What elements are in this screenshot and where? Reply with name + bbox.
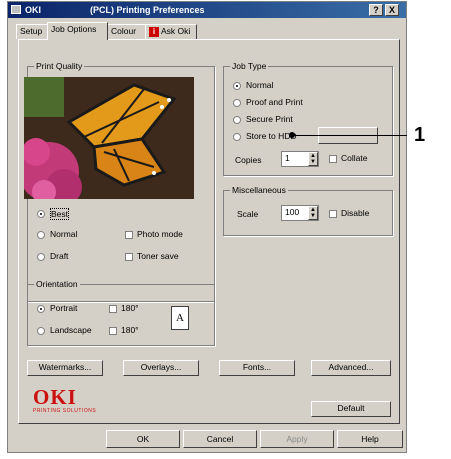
window-title: (PCL) Printing Preferences <box>90 5 205 15</box>
butterfly-photo <box>24 77 194 199</box>
job-type-label: Job Type <box>230 61 269 71</box>
normal-radio[interactable] <box>37 231 45 239</box>
miscellaneous-label: Miscellaneous <box>230 185 288 195</box>
rotate-180-landscape-label: 180° <box>121 325 139 335</box>
fonts-button[interactable]: Fonts... <box>219 360 295 376</box>
scale-disable-label: Disable <box>341 208 370 218</box>
info-icon: i <box>149 26 159 37</box>
copies-stepper[interactable]: 1 ▲ ▼ <box>281 151 319 167</box>
default-button[interactable]: Default <box>311 401 391 417</box>
cancel-button[interactable]: Cancel <box>183 430 257 448</box>
print-quality-label: Print Quality <box>34 61 85 71</box>
portrait-radio[interactable] <box>37 305 45 313</box>
scale-disable-checkbox[interactable] <box>329 210 337 218</box>
store-to-hdd-radio[interactable] <box>233 133 241 141</box>
job-normal-radio[interactable] <box>233 82 241 90</box>
tab-ask-oki-label: Ask Oki <box>161 26 191 36</box>
callout-number: 1 <box>414 124 426 146</box>
help-button[interactable]: Help <box>337 430 403 448</box>
tab-colour[interactable]: Colour <box>107 24 146 39</box>
photo-mode-checkbox[interactable] <box>125 231 133 239</box>
scale-label: Scale <box>237 209 259 219</box>
watermarks-button[interactable]: Watermarks... <box>27 360 103 376</box>
collate-label: Collate <box>341 153 368 163</box>
ok-button[interactable]: OK <box>106 430 180 448</box>
portrait-label: Portrait <box>50 303 78 313</box>
help-titlebar-button[interactable]: ? <box>369 4 383 16</box>
secure-print-radio[interactable] <box>233 116 241 124</box>
copies-label: Copies <box>235 155 262 165</box>
printing-preferences-window: OKI (PCL) Printing Preferences ? X Setup… <box>7 1 407 453</box>
rotate-180-portrait-checkbox[interactable] <box>109 305 117 313</box>
oki-logo-tagline: PRINTING SOLUTIONS <box>33 408 97 414</box>
title-bar: OKI (PCL) Printing Preferences ? X <box>8 2 406 18</box>
toner-save-checkbox[interactable] <box>125 253 133 261</box>
job-normal-label: Normal <box>246 80 274 90</box>
oki-logo-text: OKI <box>33 385 77 409</box>
best-label: Best <box>50 208 70 220</box>
oki-logo: OKI PRINTING SOLUTIONS <box>33 387 113 417</box>
overlays-button[interactable]: Overlays... <box>123 360 199 376</box>
scale-stepper[interactable]: 100 ▲ ▼ <box>281 205 319 221</box>
orientation-label: Orientation <box>34 279 80 289</box>
collate-checkbox[interactable] <box>329 155 337 163</box>
proof-and-print-label: Proof and Print <box>246 97 303 107</box>
proof-and-print-radio[interactable] <box>233 99 241 107</box>
tab-ask-oki[interactable]: i Ask Oki <box>145 24 197 39</box>
close-button[interactable]: X <box>385 4 399 16</box>
page-orientation-preview-icon: A <box>171 306 189 330</box>
print-quality-preview-image <box>24 77 194 199</box>
toner-save-label: Toner save <box>137 251 179 261</box>
copies-spin-arrows-icon[interactable]: ▲ ▼ <box>308 152 318 166</box>
scale-spin-arrows-icon[interactable]: ▲ ▼ <box>308 206 318 220</box>
advanced-button[interactable]: Advanced... <box>311 360 391 376</box>
secure-print-label: Secure Print <box>246 114 293 124</box>
tab-setup[interactable]: Setup <box>16 24 48 39</box>
normal-label: Normal <box>50 229 78 239</box>
scale-value: 100 <box>285 207 300 217</box>
printer-icon <box>11 5 21 14</box>
draft-radio[interactable] <box>37 253 45 261</box>
best-radio[interactable] <box>37 210 45 218</box>
copies-value: 1 <box>285 153 290 163</box>
rotate-180-portrait-label: 180° <box>121 303 139 313</box>
title-brand: OKI <box>25 5 42 15</box>
callout-line <box>292 135 407 136</box>
landscape-radio[interactable] <box>37 327 45 335</box>
landscape-label: Landscape <box>50 325 92 335</box>
photo-mode-label: Photo mode <box>137 229 183 239</box>
apply-button[interactable]: Apply <box>260 430 334 448</box>
rotate-180-landscape-checkbox[interactable] <box>109 327 117 335</box>
tab-job-options[interactable]: Job Options <box>47 22 108 40</box>
draft-label: Draft <box>50 251 69 261</box>
